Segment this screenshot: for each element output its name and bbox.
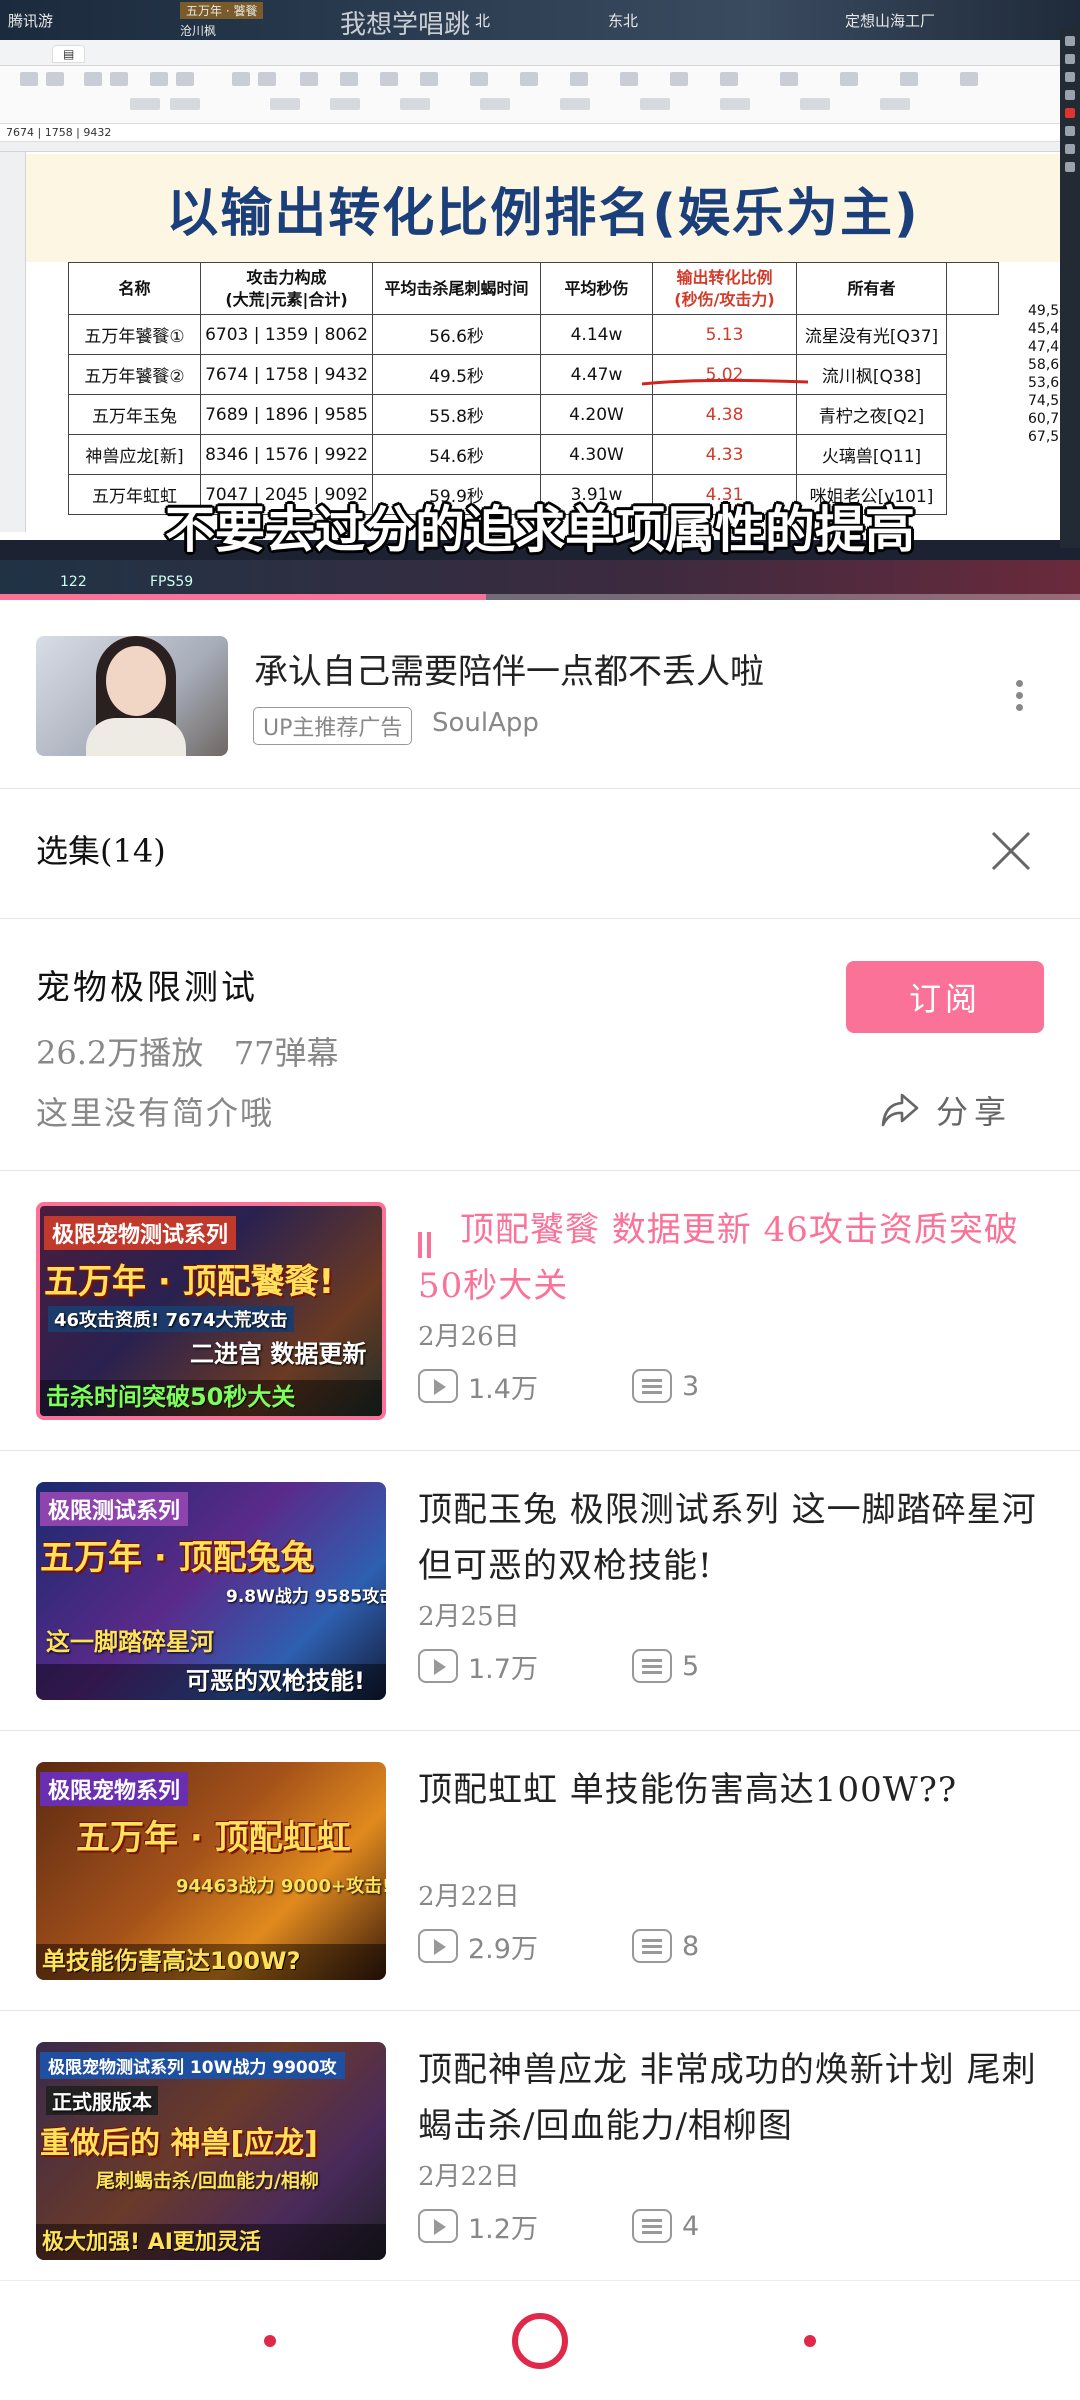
hud-fps: FPS59 [150,574,194,590]
more-options-icon[interactable] [1010,680,1028,720]
game-hud-player: 沧川枫 [180,24,217,38]
ad-brand: SoulApp [432,708,539,738]
header-name: 名称 [68,262,201,315]
header-attack: 攻击力构成 (大荒|元素|合计) [200,262,373,315]
ad-card[interactable]: 承认自己需要陪伴一点都不丢人啦 UP主推荐广告 SoulApp [0,600,1080,790]
spreadsheet-ribbon [0,66,1060,124]
screen-toolbar [1060,28,1080,548]
ad-title: 承认自己需要陪伴一点都不丢人啦 [254,652,764,692]
window-titlebar: ▤ [0,40,1060,66]
subscribe-button[interactable]: 订阅 [846,961,1044,1033]
compass-east: 东北 [608,12,639,30]
list-item[interactable]: 极限测试系列 五万年 · 顶配兔兔 9.8W战力 9585攻击! 这一脚踏碎星河… [0,1450,1080,1730]
play-count-icon [418,1649,458,1683]
danmaku-icon [631,1649,672,1683]
header-avg-time: 平均击杀尾刺蝎时间 [372,262,541,315]
series-name: 宠物极限测试 [36,968,258,1008]
video-title: 顶配神兽应龙 非常成功的焕新计划 尾刺蝎击杀/回血能力/相柳图 [418,2050,1037,2146]
header-blank [946,262,999,315]
window-tab: ▤ [52,45,86,63]
row-numbers [0,152,26,532]
play-count-icon [418,1929,458,1963]
hud-counter: 122 [60,574,87,590]
danmaku-icon [631,1369,672,1403]
video-meta: 1.7万 5 [418,1646,699,1686]
header-avg-dps: 平均秒伤 [540,262,653,315]
nav-recents-button[interactable] [804,2335,816,2347]
divider [0,788,1080,789]
share-label: 分享 [936,1093,1013,1131]
video-thumbnail: 极限宠物系列 五万年 · 顶配虹虹 94463战力 9000+攻击! 单技能伤害… [36,1762,386,1980]
table-header-row: 名称 攻击力构成 (大荒|元素|合计) 平均击杀尾刺蝎时间 平均秒伤 输出转化比例… [68,262,999,315]
header-ratio: 输出转化比例 (秒伤/攻击力) [652,262,797,315]
view-count: 2.9万 [468,1933,538,1965]
video-thumbnail: 极限宠物测试系列 10W战力 9900攻 正式服版本 重做后的 神兽[应龙] 尾… [36,2042,386,2260]
table-row: 神兽应龙[新] 8346 | 1576 | 9922 54.6秒 4.30W 4.33 火… [68,434,999,475]
comment-count: 5 [681,1650,700,1682]
nav-back-button[interactable] [264,2335,276,2347]
video-title: 顶配玉兔 极限测试系列 这一脚踏碎星河但可恶的双枪技能! [418,1490,1037,1586]
play-count-icon [418,1369,458,1403]
table-row: 五万年饕餮② 7674 | 1758 | 9432 49.5秒 4.47w 5.02 流川… [68,354,999,395]
sheet-title-text: 以输出转化比例排名(娱乐为主) [166,183,920,244]
red-underline-annotation [641,378,809,386]
now-playing-icon [418,1219,438,1258]
video-title: 顶配饕餮 数据更新 46攻击资质突破50秒大关 [418,1210,1019,1306]
comment-count: 3 [681,1370,700,1402]
table-row: 五万年饕餮① 6703 | 1359 | 8062 56.6秒 4.14w 5.13 流星… [68,314,999,355]
series-plays: 26.2万播放 [36,1034,204,1072]
column-header [0,142,1060,152]
list-item[interactable]: 极限宠物测试系列 五万年 · 顶配饕餮! 46攻击资质! 7674大荒攻击 二进… [0,1170,1080,1450]
ad-tag: UP主推荐广告 [253,707,413,745]
list-item[interactable]: 极限宠物系列 五万年 · 顶配虹虹 94463战力 9000+攻击! 单技能伤害… [0,1730,1080,2010]
game-hud-badge: 五万年 · 饕餮 [180,2,264,19]
comment-count: 4 [681,2210,700,2242]
share-button[interactable]: 分享 [880,1088,1012,1132]
game-hud-area: 定想山海工厂 [845,12,936,30]
video-date: 2月22日 [418,2162,520,2192]
ad-thumbnail [36,636,228,756]
divider [0,918,1080,919]
video-title: 顶配虹虹 单技能伤害高达100W?? [418,1770,958,1810]
share-icon [881,1093,919,1127]
spreadsheet-window: ▤ 7674 | 1758 | 9432 以输出转化比例排名(娱乐为主) 名称 … [0,40,1060,540]
view-count: 1.4万 [468,1373,538,1405]
series-stats: 26.2万播放 77弹幕 [36,1028,339,1074]
video-meta: 2.9万 8 [418,1926,699,1966]
view-count: 1.2万 [468,2213,538,2245]
compass-north: 北 [475,12,491,30]
collection-title: 选集(14) [36,832,166,870]
bottom-nav-bar [0,2280,1080,2400]
comment-count: 8 [681,1930,700,1962]
view-count: 1.7万 [468,1653,538,1685]
list-item[interactable]: 极限宠物测试系列 10W战力 9900攻 正式服版本 重做后的 神兽[应龙] 尾… [0,2010,1080,2290]
side-numbers: 49,54,48,49,5145,46,49,55,4947,45,76,59,… [1028,303,1060,445]
danmaku-icon [631,2209,672,2243]
series-description: 这里没有简介哦 [36,1094,275,1132]
video-thumbnail: 极限测试系列 五万年 · 顶配兔兔 9.8W战力 9585攻击! 这一脚踏碎星河… [36,1482,386,1700]
video-thumbnail: 极限宠物测试系列 五万年 · 顶配饕餮! 46攻击资质! 7674大荒攻击 二进… [36,1202,386,1420]
play-count-icon [418,2209,458,2243]
video-subtitle: 不要去过分的追求单项属性的提高 [165,501,915,559]
nav-home-button[interactable] [512,2313,568,2369]
danmaku-icon [631,1929,672,1963]
game-hud-text: 腾讯游 [8,12,54,30]
close-icon[interactable] [990,830,1032,872]
video-meta: 1.4万 3 [418,1366,699,1406]
video-date: 2月26日 [418,1322,520,1352]
video-date: 2月25日 [418,1602,520,1632]
watermark: 我想学唱跳 [340,10,471,40]
sheet-title: 以输出转化比例排名(娱乐为主) [26,154,1060,262]
game-hud-top: 腾讯游 五万年 · 饕餮 沧川枫 北 东北 定想山海工厂 [0,0,1080,40]
series-danmaku: 77弹幕 [233,1034,339,1072]
formula-bar: 7674 | 1758 | 9432 [0,124,1060,142]
video-date: 2月22日 [418,1882,520,1912]
video-player[interactable]: 腾讯游 五万年 · 饕餮 沧川枫 北 东北 定想山海工厂 我想学唱跳 ▤ 767… [0,0,1080,600]
ranking-table: 名称 攻击力构成 (大荒|元素|合计) 平均击杀尾刺蝎时间 平均秒伤 输出转化比例… [68,262,999,515]
table-row: 五万年玉兔 7689 | 1896 | 9585 55.8秒 4.20W 4.38 青柠之… [68,394,999,435]
header-owner: 所有者 [796,262,947,315]
video-meta: 1.2万 4 [418,2206,699,2246]
